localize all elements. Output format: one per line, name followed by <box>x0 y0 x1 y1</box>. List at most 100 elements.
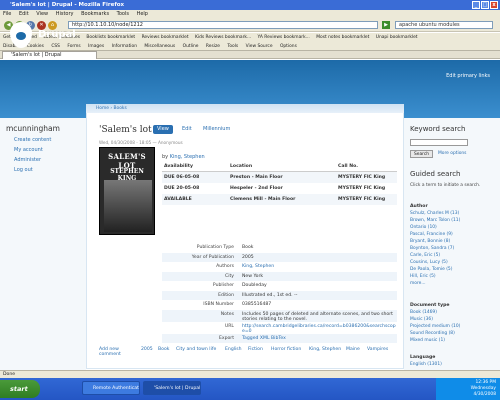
author-link[interactable]: King, Stephen <box>242 264 397 269</box>
detail-value: 2005 <box>242 254 254 260</box>
keyword-search-input[interactable] <box>410 139 468 146</box>
tab-edit[interactable]: Edit <box>178 125 196 134</box>
dev-tools[interactable]: Tools <box>227 44 238 49</box>
callno-cell: MYSTERY FIC King <box>338 197 386 202</box>
menu-file[interactable]: File <box>3 11 11 17</box>
tab-strip: 'Salem's lot | Drupal <box>0 51 500 59</box>
create-content-link[interactable]: Create content <box>14 137 51 143</box>
close-button[interactable]: x <box>490 1 498 9</box>
dev-resize[interactable]: Resize <box>206 44 220 49</box>
tag-link[interactable]: English <box>225 347 242 352</box>
location-cell: Hespeler - 2nd Floor <box>230 186 283 191</box>
site-name[interactable]: Drupal <box>38 29 76 40</box>
dev-css[interactable]: CSS <box>51 44 60 49</box>
bookmark-item[interactable]: Reviews bookmarklet <box>142 35 189 40</box>
detail-value: Illustrated ed., 1st ed. -- <box>242 292 298 298</box>
taskbar-item[interactable]: Remote Authenticatio... <box>82 381 140 395</box>
menu-view[interactable]: View <box>36 11 48 17</box>
go-icon[interactable]: ▶ <box>382 21 390 29</box>
taskbar-item-active[interactable]: 'Salem's lot | Drupal ... <box>143 381 201 395</box>
bookmark-item[interactable]: Unapi bookmarklet <box>376 35 418 40</box>
facet-item[interactable]: English (1301) <box>410 362 442 367</box>
facet-item[interactable]: Projected medium (10) <box>410 324 460 329</box>
my-account-link[interactable]: My account <box>14 147 43 153</box>
column-header: Location <box>230 164 253 169</box>
facet-item[interactable]: Brown, Marc Tolon (11) <box>410 218 460 223</box>
export-link[interactable]: Tagged XML BibTex <box>242 336 397 341</box>
bookmark-item[interactable]: Booklists bookmarklet <box>86 35 135 40</box>
url-link[interactable]: http://search.cambridgelibraries.ca/reco… <box>242 324 397 334</box>
facet-item[interactable]: Ontario (10) <box>410 225 437 230</box>
tag-link[interactable]: Maine <box>346 347 360 352</box>
menu-help[interactable]: Help <box>137 11 148 17</box>
dev-information[interactable]: Information <box>112 44 137 49</box>
maximize-button[interactable]: □ <box>481 1 489 9</box>
facet-item[interactable]: Hill, Eric (5) <box>410 274 436 279</box>
tag-link[interactable]: King, Stephen <box>309 347 341 352</box>
tag-link[interactable]: Fiction <box>248 347 263 352</box>
start-button[interactable]: start <box>0 380 40 398</box>
facet-item[interactable]: Carle, Eric (5) <box>410 253 440 258</box>
facet-item[interactable]: De Paola, Tomie (5) <box>410 267 452 272</box>
menu-tools[interactable]: Tools <box>117 11 129 17</box>
menu-edit[interactable]: Edit <box>19 11 29 17</box>
detail-label: Publication Type <box>196 245 234 250</box>
administer-link[interactable]: Administer <box>14 157 41 163</box>
menu-history[interactable]: History <box>56 11 74 17</box>
breadcrumb[interactable]: Home › Books <box>86 104 404 113</box>
url-input[interactable]: http://10.1.10.10/node/1212 <box>68 21 378 29</box>
facet-item[interactable]: Sound Recording (8) <box>410 331 455 336</box>
dev-forms[interactable]: Forms <box>67 44 80 49</box>
facet-item[interactable]: Mixed music (1) <box>410 338 445 343</box>
tab-millennium[interactable]: Millennium <box>199 125 234 134</box>
dev-miscellaneous[interactable]: Miscellaneous <box>144 44 175 49</box>
logout-link[interactable]: Log out <box>14 167 33 173</box>
callno-cell: MYSTERY FIC King <box>338 186 386 191</box>
tag-link[interactable]: Horror fiction <box>271 347 301 352</box>
byline: by King, Stephen <box>162 154 205 160</box>
search-input[interactable]: apache ubuntu modules <box>395 21 493 29</box>
facet-item[interactable]: Book (1469) <box>410 310 437 315</box>
keyword-search-heading: Keyword search <box>410 125 466 133</box>
tag-link[interactable]: 2005 <box>141 347 153 352</box>
tag-link[interactable]: City and town life <box>176 347 216 352</box>
detail-label: Notes <box>220 311 234 317</box>
browser-tab[interactable]: 'Salem's lot | Drupal <box>2 51 97 59</box>
availability-cell: AVAILABLE <box>164 197 192 202</box>
detail-row: Edition Illustrated ed., 1st ed. -- <box>162 290 397 300</box>
byline-author-link[interactable]: King, Stephen <box>170 154 205 160</box>
username-heading: mcunningham <box>6 124 60 133</box>
add-comment-link[interactable]: Add new comment <box>99 347 125 357</box>
facet-item[interactable]: Music (36) <box>410 317 433 322</box>
more-options-link[interactable]: More options <box>438 151 466 156</box>
detail-row: Export Tagged XML BibTex <box>162 333 397 343</box>
bookmark-item[interactable]: YA Reviews bookmark... <box>258 35 310 40</box>
minimize-button[interactable]: _ <box>472 1 480 9</box>
detail-value: Includes 50 pages of deleted and alterna… <box>242 311 393 322</box>
table-row: DUE 20-05-08 Hespeler - 2nd Floor MYSTER… <box>162 183 397 194</box>
dev-outline[interactable]: Outline <box>183 44 199 49</box>
window-title: 'Salem's lot | Drupal - Mozilla Firefox <box>10 2 125 8</box>
edit-primary-links[interactable]: Edit primary links <box>446 73 490 79</box>
dev-view-source[interactable]: View Source <box>246 44 273 49</box>
facet-item[interactable]: Bryant, Bonnie (8) <box>410 239 450 244</box>
dev-options[interactable]: Options <box>280 44 297 49</box>
tab-view[interactable]: View <box>153 125 173 134</box>
submitted-info: Wed, 04/30/2008 - 18:05 — Anonymous <box>99 140 183 145</box>
search-button[interactable]: Search <box>410 150 434 158</box>
menu-bookmarks[interactable]: Bookmarks <box>81 11 109 17</box>
facet-item[interactable]: Cousins, Lucy (5) <box>410 260 448 265</box>
more-authors-link[interactable]: more... <box>410 281 426 286</box>
detail-row: Publisher Doubleday <box>162 281 397 291</box>
facet-item[interactable]: Schulz, Charles M (13) <box>410 211 459 216</box>
facet-item[interactable]: Pascal, Francine (9) <box>410 232 453 237</box>
bookmark-item[interactable]: Kids Reviews bookmark... <box>195 35 251 40</box>
dev-cookies[interactable]: Cookies <box>27 44 44 49</box>
facet-item[interactable]: Boynton, Sandra (7) <box>410 246 454 251</box>
tag-link[interactable]: Vampires <box>367 347 388 352</box>
doctype-facet-heading: Document type <box>410 303 450 308</box>
dev-images[interactable]: Images <box>88 44 104 49</box>
tag-link[interactable]: Book <box>158 347 169 352</box>
bookmark-item[interactable]: Most notes bookmarklet <box>316 35 369 40</box>
window-titlebar: 'Salem's lot | Drupal - Mozilla Firefox … <box>0 0 500 10</box>
